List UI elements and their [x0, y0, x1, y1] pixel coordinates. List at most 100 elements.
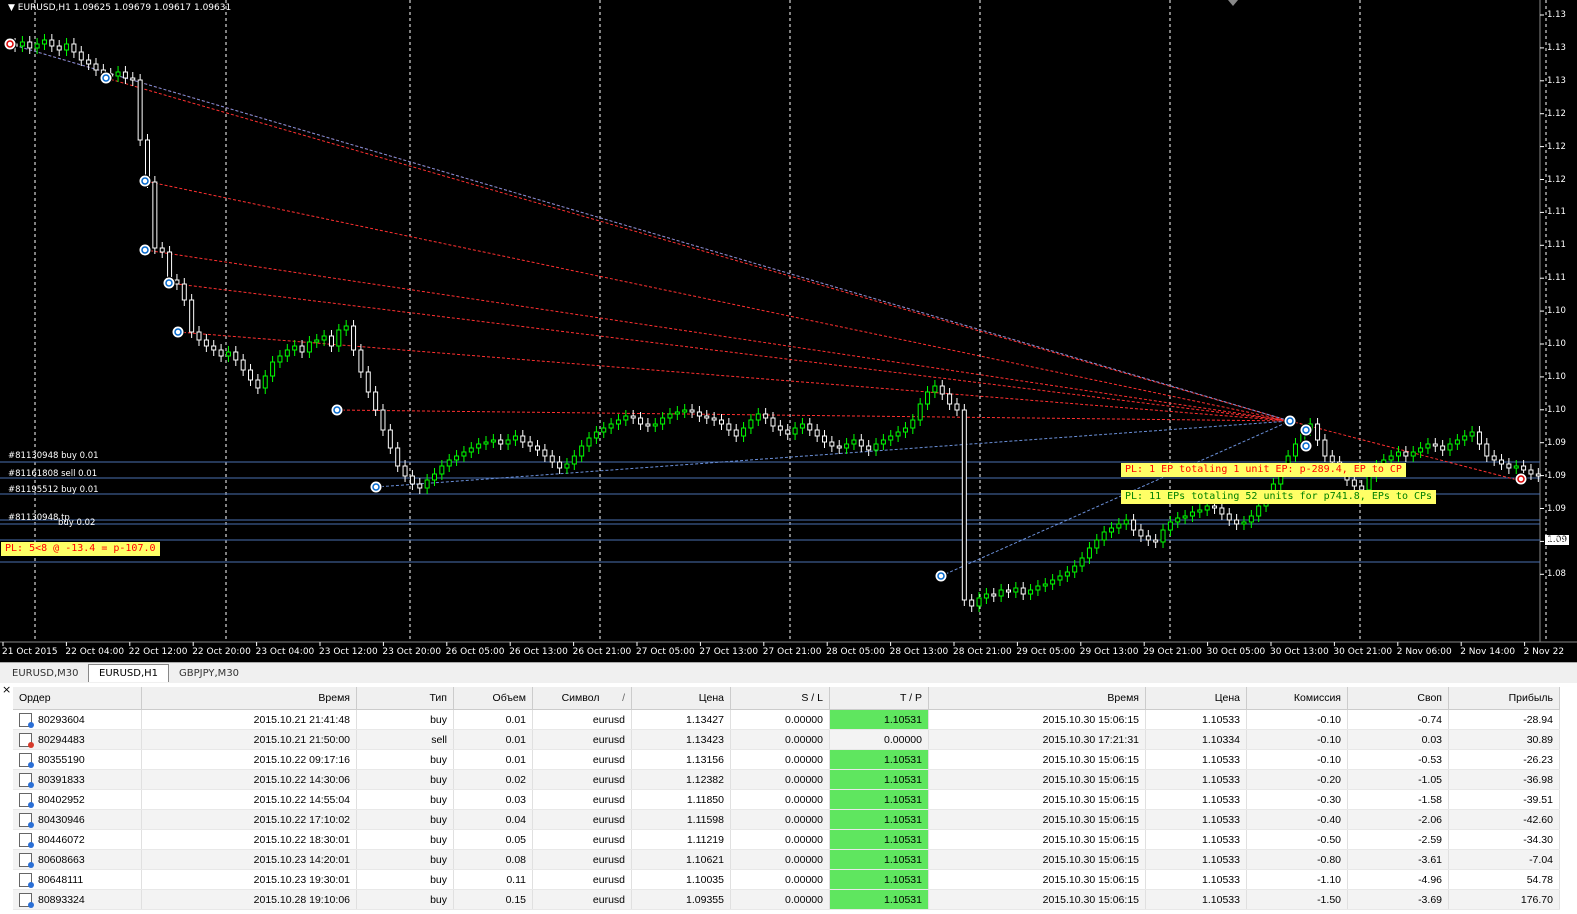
candle-body — [64, 43, 70, 51]
price-axis-label: 1.09 — [1547, 536, 1566, 547]
col-commission[interactable]: Комиссия — [1246, 687, 1348, 710]
table-row[interactable]: 80608663 2015.10.23 14:20:01 buy 0.08 eurusd… — [13, 849, 1560, 870]
candle-body — [564, 463, 570, 469]
candle-body — [1499, 459, 1505, 465]
col-close-price[interactable]: Цена — [1145, 687, 1247, 710]
cell-time: 2015.10.22 14:55:04 — [141, 789, 357, 810]
col-profit[interactable]: Прибыль — [1448, 687, 1560, 710]
cell-symbol: eurusd — [532, 769, 632, 790]
table-row[interactable]: 80893324 2015.10.28 19:10:06 buy 0.15 eurusd… — [13, 889, 1560, 910]
candle-body — [777, 425, 783, 431]
candle-body — [1072, 565, 1078, 573]
time-axis-label: 27 Oct 05:00 — [636, 647, 695, 657]
price-chart[interactable]: ▼ EURUSD,H1 1.09625 1.09679 1.09617 1.09… — [0, 0, 1577, 660]
table-row[interactable]: 80294483 2015.10.21 21:50:00 sell 0.01 eurus… — [13, 729, 1560, 750]
table-row[interactable]: 80355190 2015.10.22 09:17:16 buy 0.01 eurusd… — [13, 749, 1560, 770]
candle-body — [593, 431, 599, 439]
time-axis-label: 28 Oct 05:00 — [826, 647, 885, 657]
cell-order: 80391833 — [13, 769, 142, 790]
candle-body — [1476, 431, 1482, 445]
orders-table: Ордер Время Тип Объем Символ / Цена S / L… — [13, 687, 1560, 910]
col-symbol[interactable]: Символ / — [532, 687, 632, 710]
candle-body — [1028, 589, 1034, 595]
cell-time: 2015.10.22 18:30:01 — [141, 829, 357, 850]
candle-body — [542, 449, 548, 457]
table-row[interactable]: 80430946 2015.10.22 17:10:02 buy 0.04 eurusd… — [13, 809, 1560, 830]
candle-body — [1131, 519, 1137, 531]
cell-order: 80294483 — [13, 729, 142, 750]
candle-body — [520, 435, 526, 443]
tab-gbpjpy-m30[interactable]: GBPJPY,M30 — [169, 665, 249, 682]
candle-body — [19, 41, 25, 47]
candle-body — [167, 251, 173, 281]
candle-body — [483, 441, 489, 445]
trade-marker-icon — [3, 37, 17, 51]
candle-body — [292, 345, 298, 351]
cell-symbol: eurusd — [532, 809, 632, 830]
cell-volume: 0.08 — [453, 849, 533, 870]
buy-order-icon — [19, 892, 34, 908]
price-axis-label: 1.11 — [1547, 207, 1566, 218]
cell-commission: -0.30 — [1246, 789, 1348, 810]
col-tp[interactable]: T / P — [829, 687, 929, 710]
close-icon[interactable]: × — [2, 683, 11, 696]
time-axis-label: 30 Oct 05:00 — [1206, 647, 1266, 657]
pl-annotation-eps: PL: 11 EPs totaling 52 units for p741.8,… — [1121, 490, 1437, 504]
time-axis-label: 23 Oct 20:00 — [382, 647, 442, 657]
cell-price: 1.11219 — [631, 829, 731, 850]
candle-body — [1447, 443, 1453, 451]
table-row[interactable]: 80293604 2015.10.21 21:41:48 buy 0.01 eurusd… — [13, 709, 1560, 730]
col-swap[interactable]: Своп — [1347, 687, 1449, 710]
tab-eurusd-m30[interactable]: EURUSD,M30 — [2, 665, 88, 682]
cell-profit: 176.70 — [1448, 889, 1560, 910]
candle-body — [711, 417, 717, 421]
cell-commission: -0.40 — [1246, 809, 1348, 830]
candle-body — [969, 599, 975, 607]
candle-body — [1535, 473, 1541, 477]
candle-body — [1050, 579, 1056, 585]
cell-order: 80293604 — [13, 709, 142, 730]
candle-body — [130, 77, 136, 81]
candle-body — [638, 417, 644, 425]
candle-body — [991, 593, 997, 597]
candle-body — [512, 435, 518, 441]
col-close-time[interactable]: Время — [928, 687, 1146, 710]
col-volume[interactable]: Объем — [453, 687, 533, 710]
table-row[interactable]: 80648111 2015.10.23 19:30:01 buy 0.11 eurusd… — [13, 869, 1560, 890]
cell-sl: 0.00000 — [730, 789, 830, 810]
cell-close-price: 1.10533 — [1145, 709, 1247, 730]
candle-body — [1440, 445, 1446, 451]
cell-symbol: eurusd — [532, 729, 632, 750]
candle-body — [586, 437, 592, 447]
col-price[interactable]: Цена — [631, 687, 731, 710]
order-label: #81130948 buy 0.01 — [8, 451, 99, 461]
candle-body — [1013, 587, 1019, 593]
table-row[interactable]: 80391833 2015.10.22 14:30:06 buy 0.02 eurusd… — [13, 769, 1560, 790]
cell-close-price: 1.10533 — [1145, 849, 1247, 870]
candle-body — [608, 423, 614, 429]
candle-body — [667, 413, 673, 419]
time-axis-label: 26 Oct 05:00 — [445, 647, 505, 657]
trade-marker-icon — [1514, 472, 1528, 486]
candle-body — [1329, 455, 1335, 463]
col-sl[interactable]: S / L — [730, 687, 830, 710]
col-type[interactable]: Тип — [356, 687, 454, 710]
candle-body — [910, 419, 916, 429]
col-time[interactable]: Время — [141, 687, 357, 710]
candle-body — [189, 299, 195, 333]
col-order[interactable]: Ордер — [13, 687, 142, 710]
candle-body — [49, 39, 55, 47]
candle-body — [1005, 589, 1011, 593]
time-axis-label: 29 Oct 21:00 — [1143, 647, 1202, 657]
candle-body — [417, 483, 423, 489]
table-row[interactable]: 80402952 2015.10.22 14:55:04 buy 0.03 eurusd… — [13, 789, 1560, 810]
cell-commission: -1.50 — [1246, 889, 1348, 910]
cell-tp: 0.00000 — [829, 729, 929, 750]
candle-body — [299, 345, 305, 353]
tab-eurusd-h1[interactable]: EURUSD,H1 — [88, 664, 170, 682]
table-row[interactable]: 80446072 2015.10.22 18:30:01 buy 0.05 eurusd… — [13, 829, 1560, 850]
time-axis-label: 26 Oct 13:00 — [509, 647, 568, 657]
chart-canvas[interactable] — [0, 0, 1577, 660]
cell-sl: 0.00000 — [730, 769, 830, 790]
candle-body — [34, 43, 40, 49]
